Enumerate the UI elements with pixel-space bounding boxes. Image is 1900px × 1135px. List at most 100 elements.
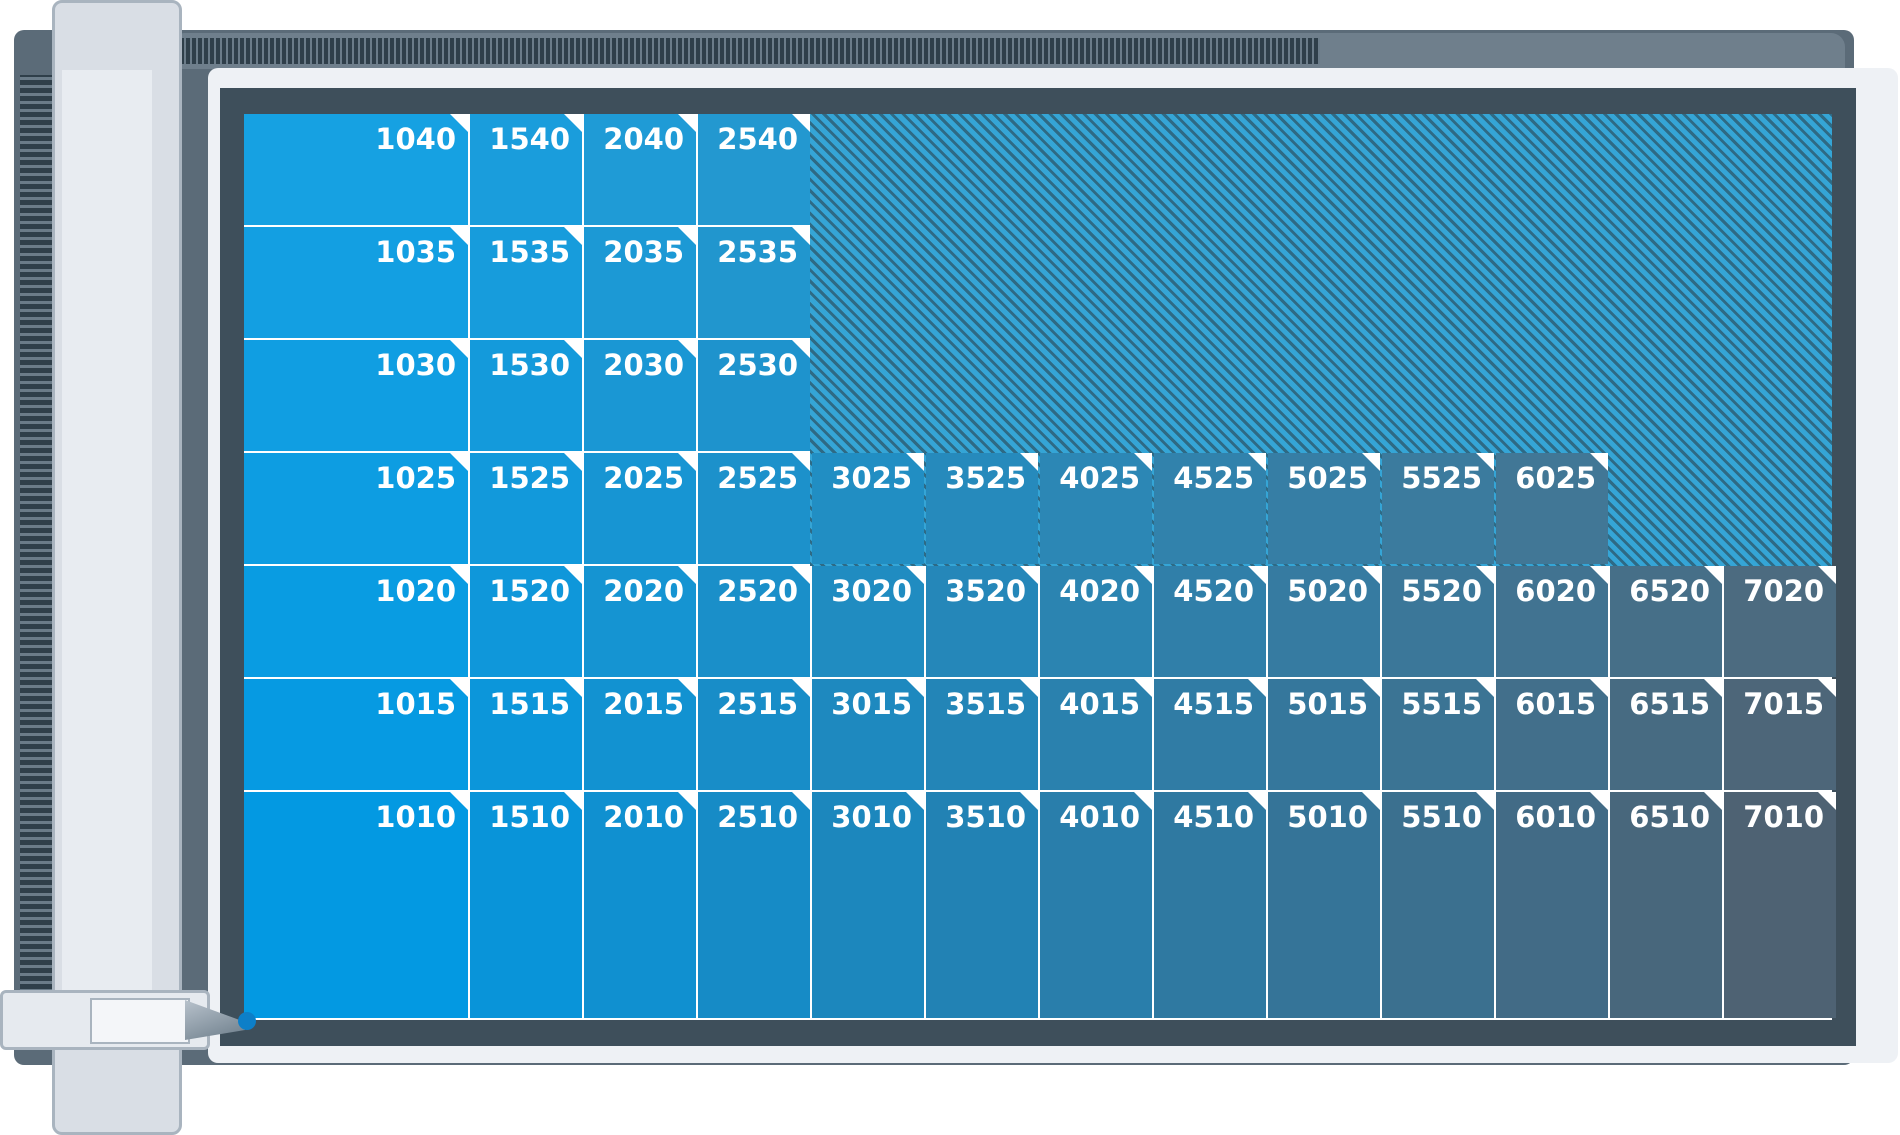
grid-cell: 1535 (470, 227, 582, 338)
corner-fold-icon (1134, 566, 1152, 584)
corner-fold-icon (906, 453, 924, 471)
grid-cell: 3015 (812, 679, 924, 790)
grid-cell: 1025 (244, 453, 468, 564)
grid-cell: 6515 (1610, 679, 1722, 790)
grid-cell: 2515 (698, 679, 810, 790)
corner-fold-icon (678, 453, 696, 471)
grid-cell: 1520 (470, 566, 582, 677)
corner-fold-icon (1590, 566, 1608, 584)
grid-cell: 2540 (698, 114, 810, 225)
corner-fold-icon (450, 453, 468, 471)
grid-cell: 1035 (244, 227, 468, 338)
corner-fold-icon (564, 453, 582, 471)
grid-cell: 6510 (1610, 792, 1722, 1018)
grid-cell: 3515 (926, 679, 1038, 790)
corner-fold-icon (906, 679, 924, 697)
corner-fold-icon (1020, 566, 1038, 584)
corner-fold-icon (1818, 566, 1836, 584)
grid-cell: 1515 (470, 679, 582, 790)
corner-fold-icon (450, 566, 468, 584)
corner-fold-icon (792, 340, 810, 358)
tool-tip (238, 1012, 256, 1030)
corner-fold-icon (1020, 679, 1038, 697)
grid-cell: 3510 (926, 792, 1038, 1018)
corner-fold-icon (564, 340, 582, 358)
corner-fold-icon (1362, 792, 1380, 810)
grid-cell: 4510 (1154, 792, 1266, 1018)
top-rail-teeth (180, 38, 1320, 64)
corner-fold-icon (450, 340, 468, 358)
corner-fold-icon (1248, 566, 1266, 584)
grid-cell: 3020 (812, 566, 924, 677)
corner-fold-icon (1362, 679, 1380, 697)
corner-fold-icon (906, 792, 924, 810)
grid-cell: 6015 (1496, 679, 1608, 790)
corner-fold-icon (792, 227, 810, 245)
grid-cell: 6020 (1496, 566, 1608, 677)
corner-fold-icon (1134, 453, 1152, 471)
corner-fold-icon (1818, 792, 1836, 810)
corner-fold-icon (678, 679, 696, 697)
grid-cell: 2040 (584, 114, 696, 225)
corner-fold-icon (678, 792, 696, 810)
grid-cell: 2530 (698, 340, 810, 451)
corner-fold-icon (1248, 453, 1266, 471)
gantry-post-highlight (62, 70, 152, 990)
corner-fold-icon (792, 792, 810, 810)
grid-cell: 5525 (1382, 453, 1494, 564)
corner-fold-icon (564, 114, 582, 132)
corner-fold-icon (564, 792, 582, 810)
corner-fold-icon (1590, 453, 1608, 471)
grid-cell: 2015 (584, 679, 696, 790)
grid-cell: 4015 (1040, 679, 1152, 790)
corner-fold-icon (1476, 679, 1494, 697)
grid-cell: 7020 (1724, 566, 1836, 677)
grid-cell: 1530 (470, 340, 582, 451)
corner-fold-icon (678, 566, 696, 584)
grid-cell: 2020 (584, 566, 696, 677)
grid-cell: 5010 (1268, 792, 1380, 1018)
grid-cell: 2010 (584, 792, 696, 1018)
corner-fold-icon (1476, 566, 1494, 584)
corner-fold-icon (1704, 792, 1722, 810)
grid-cell: 1020 (244, 566, 468, 677)
grid-cell: 3525 (926, 453, 1038, 564)
grid-cell: 6520 (1610, 566, 1722, 677)
grid-cell: 2535 (698, 227, 810, 338)
corner-fold-icon (678, 340, 696, 358)
corner-fold-icon (1818, 679, 1836, 697)
corner-fold-icon (1248, 792, 1266, 810)
corner-fold-icon (1362, 453, 1380, 471)
corner-fold-icon (792, 453, 810, 471)
corner-fold-icon (1362, 566, 1380, 584)
grid-cell: 2035 (584, 227, 696, 338)
grid-cell: 7010 (1724, 792, 1836, 1018)
grid-cell: 3520 (926, 566, 1038, 677)
corner-fold-icon (792, 566, 810, 584)
grid-cell: 5020 (1268, 566, 1380, 677)
corner-fold-icon (1248, 679, 1266, 697)
corner-fold-icon (450, 114, 468, 132)
corner-fold-icon (678, 114, 696, 132)
corner-fold-icon (564, 679, 582, 697)
grid-cell: 1030 (244, 340, 468, 451)
corner-fold-icon (792, 114, 810, 132)
grid-cell: 5510 (1382, 792, 1494, 1018)
grid-cell: 2520 (698, 566, 810, 677)
grid-cell: 4010 (1040, 792, 1152, 1018)
grid-cell: 5520 (1382, 566, 1494, 677)
grid-cell: 6010 (1496, 792, 1608, 1018)
grid-cell: 4020 (1040, 566, 1152, 677)
carriage-block (90, 998, 190, 1044)
corner-fold-icon (1704, 566, 1722, 584)
corner-fold-icon (792, 679, 810, 697)
grid-cell: 5015 (1268, 679, 1380, 790)
grid-cell: 1010 (244, 792, 468, 1018)
grid-cell: 1015 (244, 679, 468, 790)
grid-cell: 3010 (812, 792, 924, 1018)
corner-fold-icon (906, 566, 924, 584)
corner-fold-icon (678, 227, 696, 245)
grid-cell: 2525 (698, 453, 810, 564)
grid-cell: 2510 (698, 792, 810, 1018)
grid-cell: 4520 (1154, 566, 1266, 677)
